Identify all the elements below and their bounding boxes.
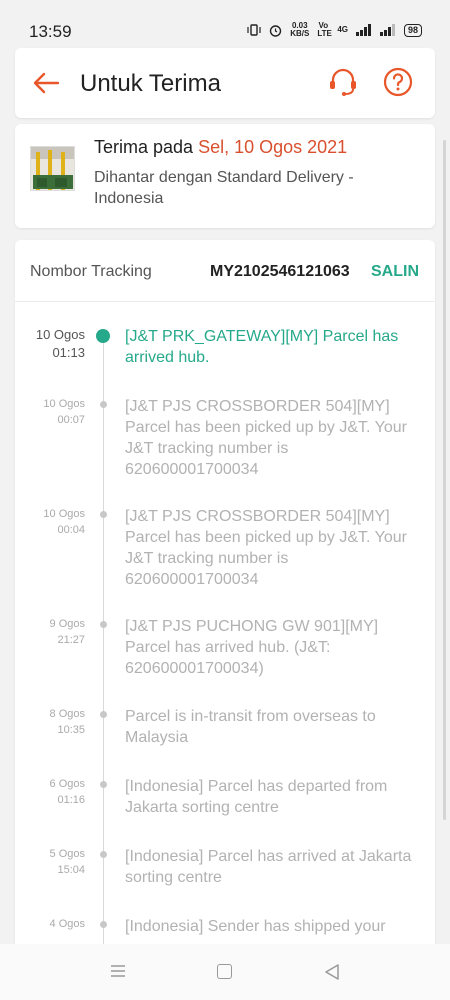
timeline-dot <box>100 711 107 718</box>
event-description: [J&T PJS CROSSBORDER 504][MY] Parcel has… <box>125 398 407 478</box>
event-datetime: 9 Ogos 21:27 <box>50 616 85 648</box>
event-datetime: 10 Ogos 00:07 <box>43 396 85 428</box>
copy-tracking-button[interactable]: SALIN <box>371 263 419 281</box>
event-date: 4 Ogos <box>49 918 85 930</box>
question-circle-icon[interactable] <box>382 66 414 98</box>
alarm-icon <box>269 24 282 37</box>
network-type: 4G <box>337 25 348 34</box>
event-date: 8 Ogos <box>49 708 85 720</box>
net-speed: 0.03 KB/S <box>290 21 310 38</box>
event-description: [J&T PRK_GATEWAY][MY] Parcel has arrived… <box>125 328 399 366</box>
event-datetime: 10 Ogos 01:13 <box>36 326 85 362</box>
product-thumbnail[interactable] <box>30 146 75 191</box>
event-datetime: 4 Ogos <box>50 916 85 932</box>
event-time: 10:35 <box>57 724 85 736</box>
timeline-line <box>103 340 104 960</box>
status-icons: 0.03 KB/S Vo LTE 4G 98 <box>247 22 422 38</box>
event-time: 00:04 <box>57 524 85 536</box>
received-date: Sel, 10 Ogos 2021 <box>198 137 348 157</box>
event-datetime: 10 Ogos 00:04 <box>43 506 85 538</box>
system-nav-bar <box>0 944 450 1000</box>
page-title: Untuk Terima <box>80 70 221 97</box>
timeline-dot <box>100 851 107 858</box>
event-date: 6 Ogos <box>49 778 85 790</box>
status-time: 13:59 <box>29 22 72 41</box>
battery-indicator: 98 <box>403 23 422 37</box>
timeline-dot <box>100 401 107 408</box>
event-description: [Indonesia] Sender has shipped your <box>125 918 386 935</box>
tracking-card: Nombor Tracking MY2102546121063 SALIN 10… <box>15 240 435 960</box>
tracking-number-row: Nombor Tracking MY2102546121063 SALIN <box>15 240 435 302</box>
received-on-text: Terima pada Sel, 10 Ogos 2021 <box>94 137 347 158</box>
event-description: [J&T PJS CROSSBORDER 504][MY] Parcel has… <box>125 508 407 588</box>
signal-icon <box>355 24 371 36</box>
tracking-number: MY2102546121063 <box>210 263 350 280</box>
event-date: 10 Ogos <box>43 398 85 410</box>
event-time: 15:04 <box>57 864 85 876</box>
event-time: 21:27 <box>57 634 85 646</box>
tracking-label: Nombor Tracking <box>30 263 152 280</box>
event-date: 5 Ogos <box>49 848 85 860</box>
header-bar: Untuk Terima <box>15 48 435 118</box>
event-description: Parcel is in-transit from overseas to Ma… <box>125 708 376 746</box>
received-label: Terima pada <box>94 137 194 157</box>
delivery-method: Dihantar dengan Standard Delivery - Indo… <box>94 169 354 207</box>
signal-icon-2 <box>379 24 395 36</box>
timeline-dot <box>100 921 107 928</box>
event-time: 00:07 <box>57 414 85 426</box>
event-date: 10 Ogos <box>35 327 85 342</box>
event-description: [Indonesia] Parcel has departed from Jak… <box>125 778 388 816</box>
timeline-dot-active <box>96 329 110 343</box>
headset-icon[interactable] <box>327 66 359 98</box>
timeline-dot <box>100 511 107 518</box>
home-icon[interactable] <box>217 964 232 979</box>
vibrate-icon <box>247 24 261 36</box>
event-description: [J&T PJS PUCHONG GW 901][MY] Parcel has … <box>125 618 379 677</box>
back-triangle-icon[interactable] <box>323 963 341 981</box>
arrow-left-icon[interactable] <box>31 68 61 98</box>
timeline-dot <box>100 621 107 628</box>
status-bar: 13:59 0.03 KB/S Vo LTE 4G 98 <box>0 0 450 44</box>
event-datetime: 5 Ogos 15:04 <box>50 846 85 878</box>
scrollbar[interactable] <box>443 140 446 820</box>
delivery-summary-card: Terima pada Sel, 10 Ogos 2021 Dihantar d… <box>15 124 435 228</box>
event-time: 01:16 <box>57 794 85 806</box>
event-date: 10 Ogos <box>43 508 85 520</box>
volte-indicator: Vo LTE <box>317 21 332 38</box>
event-datetime: 6 Ogos 01:16 <box>50 776 85 808</box>
event-time: 01:13 <box>52 345 85 360</box>
menu-icon[interactable] <box>110 964 126 978</box>
event-description: [Indonesia] Parcel has arrived at Jakart… <box>125 848 412 886</box>
event-datetime: 8 Ogos 10:35 <box>50 706 85 738</box>
timeline-dot <box>100 781 107 788</box>
event-date: 9 Ogos <box>49 618 85 630</box>
